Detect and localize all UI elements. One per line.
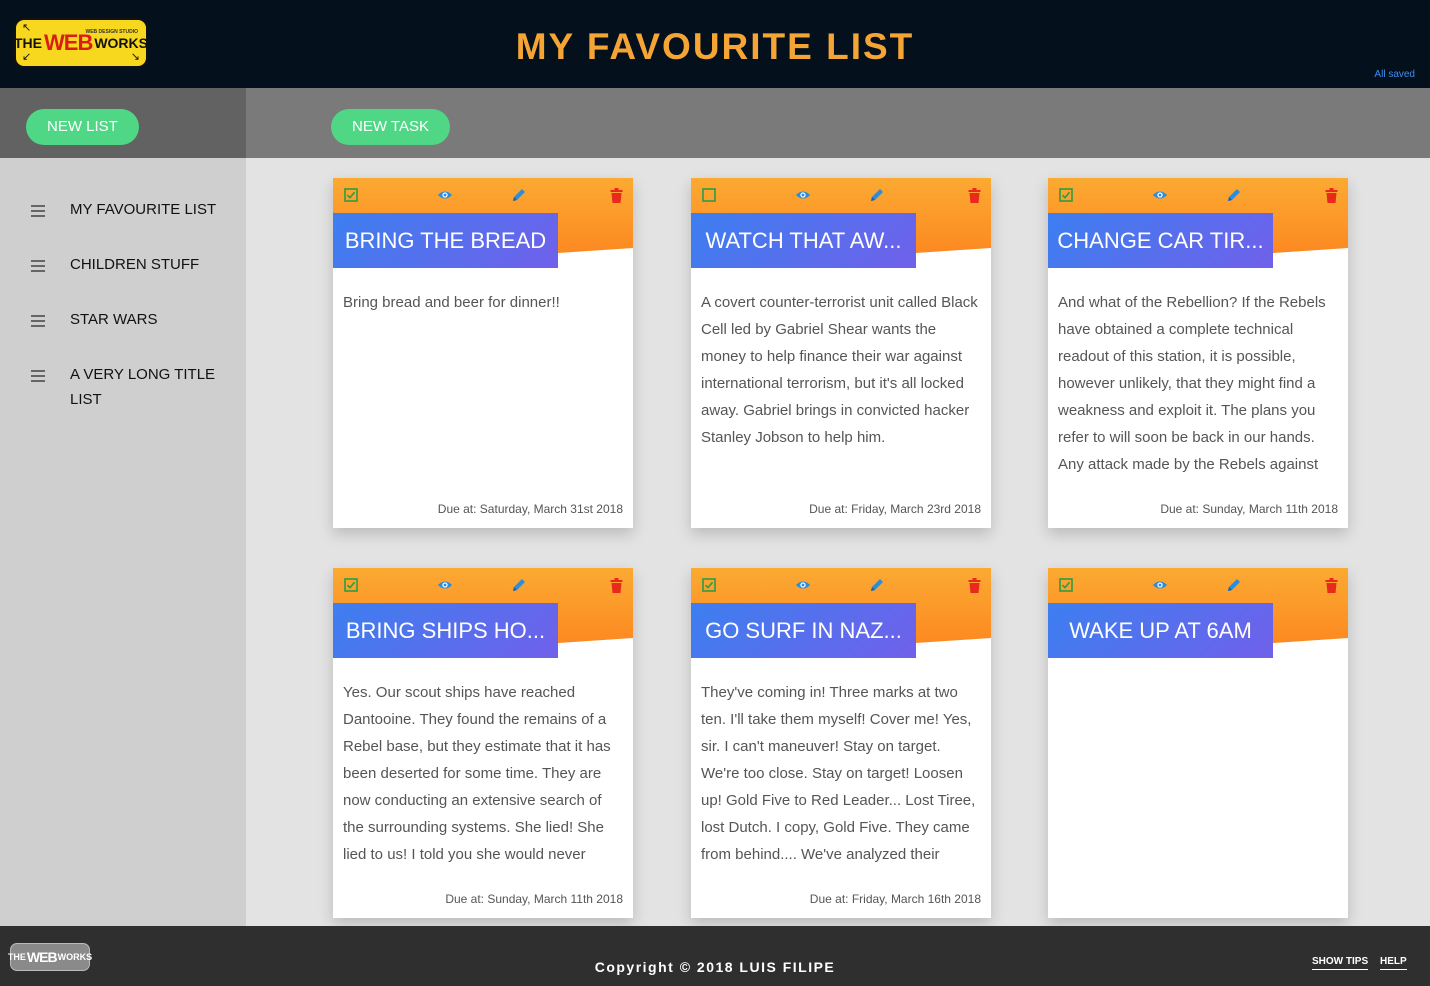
pencil-icon[interactable] — [511, 577, 527, 593]
task-title[interactable]: BRING THE BREAD — [333, 213, 558, 268]
task-due-date: Due at: Friday, March 23rd 2018 — [809, 502, 981, 516]
eye-icon[interactable] — [795, 577, 811, 593]
task-card[interactable]: GO SURF IN NAZ... They've coming in! Thr… — [691, 568, 991, 918]
task-description: They've coming in! Three marks at two te… — [701, 684, 976, 863]
drag-handle-icon[interactable] — [0, 367, 70, 385]
checkbox-icon[interactable] — [343, 187, 359, 203]
task-due-date: Due at: Saturday, March 31st 2018 — [437, 502, 623, 516]
task-card[interactable]: CHANGE CAR TIR... And what of the Rebell… — [1048, 178, 1348, 528]
task-description: A covert counter-terrorist unit called B… — [701, 294, 978, 446]
trash-icon[interactable] — [966, 187, 982, 203]
task-due-date: Due at: Sunday, March 11th 2018 — [1160, 502, 1338, 516]
sidebar: MY FAVOURITE LIST CHILDREN STUFF STAR WA… — [0, 158, 246, 926]
task-description: Bring bread and beer for dinner!! — [343, 294, 560, 311]
drag-handle-icon[interactable] — [0, 202, 70, 220]
task-board: BRING THE BREAD Bring bread and beer for… — [246, 158, 1430, 926]
trash-icon[interactable] — [608, 187, 624, 203]
eye-icon[interactable] — [437, 577, 453, 593]
sidebar-item-label: STAR WARS — [70, 311, 158, 328]
task-card[interactable]: BRING SHIPS HO... Yes. Our scout ships h… — [333, 568, 633, 918]
task-title[interactable]: WATCH THAT AW... — [691, 213, 916, 268]
trash-icon[interactable] — [966, 577, 982, 593]
checkbox-icon[interactable] — [701, 187, 717, 203]
app-footer: THE WEB WORKS Copyright © 2018 LUIS FILI… — [0, 926, 1430, 986]
checkbox-icon[interactable] — [1058, 577, 1074, 593]
eye-icon[interactable] — [795, 187, 811, 203]
pencil-icon[interactable] — [869, 577, 885, 593]
show-tips-link[interactable]: SHOW TIPS — [1312, 956, 1369, 970]
task-title[interactable]: BRING SHIPS HO... — [333, 603, 558, 658]
pencil-icon[interactable] — [869, 187, 885, 203]
eye-icon[interactable] — [1152, 577, 1168, 593]
task-description: Yes. Our scout ships have reached Dantoo… — [343, 684, 611, 863]
task-title[interactable]: WAKE UP AT 6AM — [1048, 603, 1273, 658]
task-card[interactable]: WAKE UP AT 6AM — [1048, 568, 1348, 918]
new-task-button[interactable]: NEW TASK — [331, 109, 450, 145]
app-header: ↖ ↙ ↘ THE WEB WORKS WEB DESIGN STUDIO MY… — [0, 0, 1430, 88]
drag-handle-icon[interactable] — [0, 257, 70, 275]
eye-icon[interactable] — [1152, 187, 1168, 203]
trash-icon[interactable] — [1323, 187, 1339, 203]
task-title[interactable]: GO SURF IN NAZ... — [691, 603, 916, 658]
task-description — [1058, 679, 1340, 873]
sidebar-item-label: A VERY LONG TITLE LIST — [70, 366, 216, 408]
drag-handle-icon[interactable] — [0, 312, 70, 330]
task-due-date: Due at: Sunday, March 11th 2018 — [445, 892, 623, 906]
task-card[interactable]: WATCH THAT AW... A covert counter-terror… — [691, 178, 991, 528]
task-title[interactable]: CHANGE CAR TIR... — [1048, 213, 1273, 268]
sidebar-item-label: CHILDREN STUFF — [70, 256, 200, 273]
save-status: All saved — [1374, 69, 1415, 80]
sidebar-toolbar: NEW LIST — [0, 88, 246, 158]
task-description: And what of the Rebellion? If the Rebels… — [1058, 294, 1326, 473]
trash-icon[interactable] — [608, 577, 624, 593]
sidebar-item-star-wars[interactable]: STAR WARS — [0, 311, 246, 332]
task-due-date: Due at: Friday, March 16th 2018 — [809, 892, 981, 906]
copyright-text: Copyright © 2018 LUIS FILIPE — [594, 959, 836, 975]
checkbox-icon[interactable] — [1058, 187, 1074, 203]
sidebar-item-a-very-long-title-list[interactable]: A VERY LONG TITLE LIST — [0, 366, 246, 412]
trash-icon[interactable] — [1323, 577, 1339, 593]
pencil-icon[interactable] — [1226, 187, 1242, 203]
task-card[interactable]: BRING THE BREAD Bring bread and beer for… — [333, 178, 633, 528]
sidebar-item-label: MY FAVOURITE LIST — [70, 201, 217, 218]
help-link[interactable]: HELP — [1380, 956, 1407, 970]
pencil-icon[interactable] — [1226, 577, 1242, 593]
toolbar: NEW LIST NEW TASK — [0, 88, 1430, 158]
eye-icon[interactable] — [437, 187, 453, 203]
sidebar-item-children-stuff[interactable]: CHILDREN STUFF — [0, 256, 246, 277]
checkbox-icon[interactable] — [701, 577, 717, 593]
checkbox-icon[interactable] — [343, 577, 359, 593]
pencil-icon[interactable] — [511, 187, 527, 203]
sidebar-item-my-favourite-list[interactable]: MY FAVOURITE LIST — [0, 201, 246, 222]
new-list-button[interactable]: NEW LIST — [26, 109, 139, 145]
page-title: MY FAVOURITE LIST — [515, 26, 915, 67]
